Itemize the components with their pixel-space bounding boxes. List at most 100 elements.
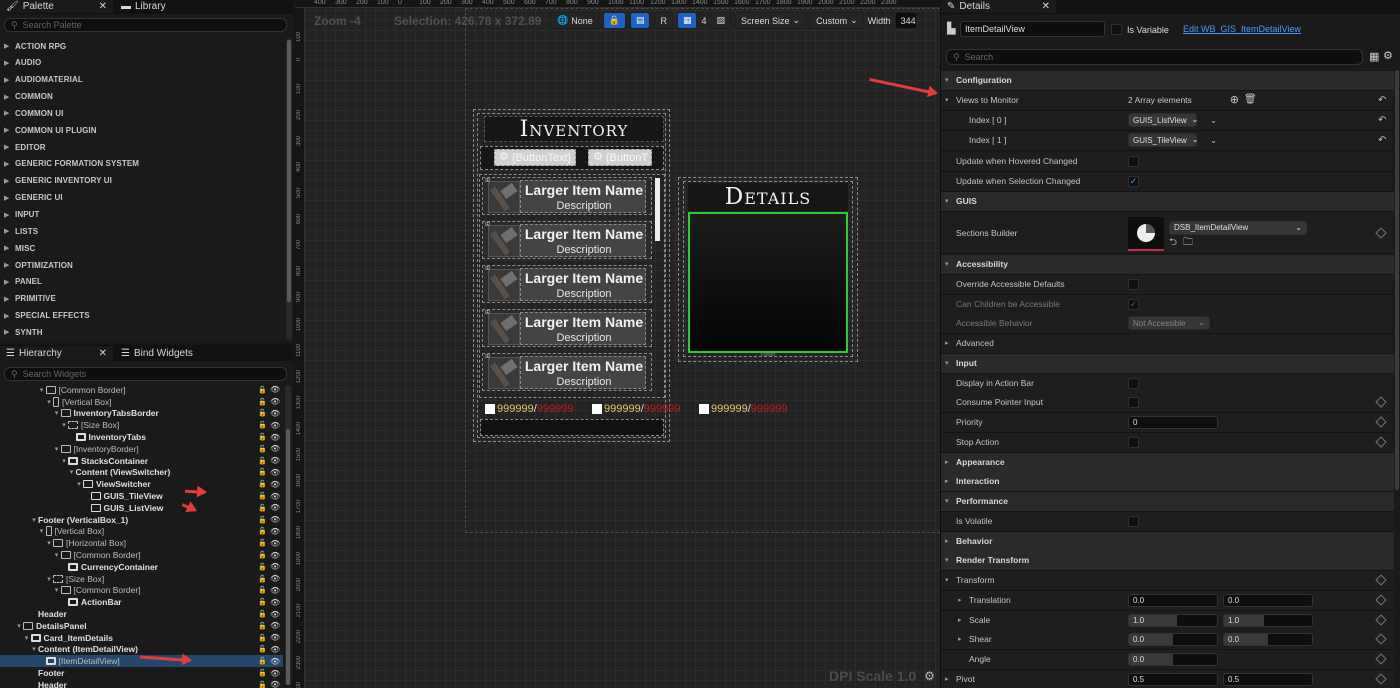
visibility-eye-icon[interactable]: 👁 xyxy=(270,645,280,654)
expand-arrow-icon[interactable]: ▾ xyxy=(45,575,53,583)
lock-icon[interactable]: 🔓 xyxy=(258,645,267,653)
category-behavior[interactable]: ▸ Behavior xyxy=(941,532,1400,552)
visibility-eye-icon[interactable]: 👁 xyxy=(270,492,280,501)
tab-palette[interactable]: 🖌 Palette ✕ xyxy=(0,0,113,13)
hierarchy-row[interactable]: ▾ [Size Box] 🔓 👁 xyxy=(0,419,283,431)
visibility-eye-icon[interactable]: 👁 xyxy=(270,397,280,406)
reset-icon[interactable]: ↶ xyxy=(1378,95,1386,106)
inventory-item-entry[interactable]: ⊞ Larger Item Name Description xyxy=(482,177,652,215)
palette-scrollbar[interactable] xyxy=(286,38,292,340)
expand-arrow-icon[interactable]: ▾ xyxy=(38,386,46,394)
category-accessibility[interactable]: ▾ Accessibility xyxy=(941,255,1400,275)
hierarchy-scrollbar[interactable] xyxy=(285,385,291,685)
widget-name-field[interactable]: ItemDetailView xyxy=(960,21,1105,37)
visibility-eye-icon[interactable]: 👁 xyxy=(270,598,280,607)
asset-thumbnail[interactable] xyxy=(1128,217,1164,251)
hierarchy-row[interactable]: ▾ Footer (VerticalBox_1) 🔓 👁 xyxy=(0,514,283,526)
lock-icon[interactable]: 🔓 xyxy=(258,669,267,677)
lock-icon[interactable]: 🔓 xyxy=(258,409,267,417)
reset-icon[interactable]: ↶ xyxy=(1378,115,1386,126)
is-volatile-checkbox[interactable] xyxy=(1128,515,1139,527)
expand-arrow-icon[interactable]: ▾ xyxy=(60,421,68,429)
grid-view-icon[interactable]: ▦ xyxy=(1369,52,1379,63)
chevron-down-icon[interactable]: ⌄ xyxy=(1210,136,1217,145)
is-variable-toggle[interactable]: Is Variable xyxy=(1111,24,1169,35)
hierarchy-search[interactable]: ⚲ xyxy=(4,367,287,381)
can-children-checkbox[interactable]: ✓ xyxy=(1128,298,1139,310)
visibility-eye-icon[interactable]: 👁 xyxy=(270,562,280,571)
lock-icon[interactable]: 🔓 xyxy=(258,433,267,441)
use-selected-icon[interactable]: ⮌ xyxy=(1169,237,1177,248)
palette-category[interactable]: ▶ OPTIMIZATION xyxy=(4,257,73,273)
expand-arrow-icon[interactable]: ▾ xyxy=(53,586,61,594)
hierarchy-row[interactable]: GUIS_TileView 🔓 👁 xyxy=(0,490,283,502)
expand-arrow-icon[interactable]: ▾ xyxy=(75,480,83,488)
expand-arrow-icon[interactable]: ▾ xyxy=(15,622,23,630)
palette-category[interactable]: ▶ COMMON UI xyxy=(4,105,63,121)
hierarchy-row[interactable]: Header 🔓 👁 xyxy=(0,608,283,620)
tab-hierarchy[interactable]: ☰ Hierarchy ✕ xyxy=(0,346,113,361)
lock-icon[interactable]: 🔓 xyxy=(258,622,267,630)
hierarchy-row[interactable]: ▾ DetailsPanel 🔓 👁 xyxy=(0,620,283,632)
palette-search-input[interactable] xyxy=(22,20,280,30)
lock-icon[interactable]: 🔓 xyxy=(258,634,267,642)
chevron-down-icon[interactable]: ⌄ xyxy=(1210,116,1217,125)
details-search-input[interactable] xyxy=(964,52,1356,62)
hierarchy-row[interactable]: ▾ StacksContainer 🔓 👁 xyxy=(0,455,283,467)
edit-blueprint-link[interactable]: Edit WB_GIS_ItemDetailView xyxy=(1183,24,1301,34)
item-detail-view[interactable] xyxy=(688,212,848,353)
lock-icon[interactable]: 🔓 xyxy=(258,610,267,618)
palette-category[interactable]: ▶ PANEL xyxy=(4,274,42,290)
palette-category[interactable]: ▶ COMMON UI PLUGIN xyxy=(4,122,97,138)
details-scrollbar[interactable] xyxy=(1394,70,1400,688)
category-guis[interactable]: ▾ GUIS xyxy=(941,192,1400,212)
hierarchy-row[interactable]: InventoryTabs 🔓 👁 xyxy=(0,431,283,443)
visibility-eye-icon[interactable]: 👁 xyxy=(270,503,280,512)
palette-category[interactable]: ▶ AUDIOMATERIAL xyxy=(4,72,83,88)
lock-icon[interactable]: 🔓 xyxy=(258,516,267,524)
keyframe-icon[interactable] xyxy=(1375,416,1387,429)
palette-category[interactable]: ▶ GENERIC FORMATION SYSTEM xyxy=(4,156,139,172)
category-performance[interactable]: ▾ Performance xyxy=(941,492,1400,512)
lock-icon[interactable]: 🔓 xyxy=(258,586,267,594)
tab-details[interactable]: ✎ Details ✕ xyxy=(941,0,1056,13)
trash-icon[interactable]: 🗑 xyxy=(1244,95,1257,105)
reset-icon[interactable]: ↶ xyxy=(1378,135,1386,146)
palette-category[interactable]: ▶ LISTS xyxy=(4,223,38,239)
close-icon[interactable]: ✕ xyxy=(1042,1,1050,12)
visibility-eye-icon[interactable]: 👁 xyxy=(270,574,280,583)
override-accessible-checkbox[interactable] xyxy=(1128,278,1139,290)
inventory-item-entry[interactable]: ⊞ Larger Item Name Description xyxy=(482,265,652,303)
lock-icon[interactable]: 🔓 xyxy=(258,539,267,547)
tab-library[interactable]: ▬ Library xyxy=(115,0,172,13)
hierarchy-row[interactable]: ▾ [Size Box] 🔓 👁 xyxy=(0,573,283,585)
inventory-item-entry[interactable]: ⊞ Larger Item Name Description xyxy=(482,221,652,259)
palette-category[interactable]: ▶ SYNTH xyxy=(4,324,43,340)
hierarchy-search-input[interactable] xyxy=(22,369,280,379)
inventory-tab-button-2[interactable]: ⚙ {ButtonT xyxy=(588,149,652,166)
palette-category[interactable]: ▶ ACTION RPG xyxy=(4,38,66,54)
palette-category[interactable]: ▶ AUDIO xyxy=(4,55,41,71)
hierarchy-row[interactable]: ▾ [Horizontal Box] 🔓 👁 xyxy=(0,537,283,549)
pivot-x-input[interactable]: 0.5 xyxy=(1128,672,1218,686)
keyframe-icon[interactable] xyxy=(1375,633,1387,646)
hierarchy-row[interactable]: ActionBar 🔓 👁 xyxy=(0,596,283,608)
hierarchy-row[interactable]: Footer 🔓 👁 xyxy=(0,667,283,679)
visibility-eye-icon[interactable]: 👁 xyxy=(270,610,280,619)
category-render-transform[interactable]: ▾ Render Transform xyxy=(941,551,1400,571)
hierarchy-row[interactable]: ▾ InventoryTabsBorder 🔓 👁 xyxy=(0,408,283,420)
keyframe-icon[interactable] xyxy=(1375,396,1387,409)
lock-icon[interactable]: 🔓 xyxy=(258,681,267,688)
index-1-dropdown[interactable]: GUIS_TileView ⌄ xyxy=(1128,133,1199,148)
palette-category[interactable]: ▶ EDITOR xyxy=(4,139,46,155)
expand-arrow-icon[interactable]: ▾ xyxy=(53,409,61,417)
palette-search[interactable]: ⚲ xyxy=(4,18,287,32)
palette-category[interactable]: ▶ COMMON xyxy=(4,89,53,105)
lock-icon[interactable]: 🔓 xyxy=(258,551,267,559)
category-input[interactable]: ▾ Input xyxy=(941,354,1400,374)
hierarchy-row[interactable]: CurrencyContainer 🔓 👁 xyxy=(0,561,283,573)
lock-icon[interactable]: 🔓 xyxy=(258,398,267,406)
keyframe-icon[interactable] xyxy=(1375,574,1387,587)
visibility-eye-icon[interactable]: 👁 xyxy=(270,680,280,688)
close-icon[interactable]: ✕ xyxy=(99,348,107,359)
